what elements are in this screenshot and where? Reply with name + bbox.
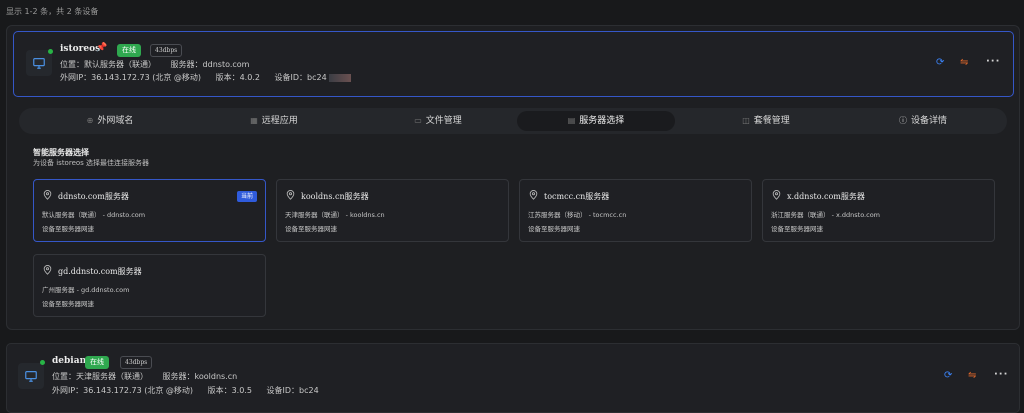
map-pin-icon <box>43 190 52 200</box>
folder-icon: ▭ <box>414 116 422 125</box>
monitor-icon <box>26 50 52 76</box>
apps-icon: ▦ <box>250 116 258 125</box>
map-pin-icon <box>43 265 52 275</box>
server-card-ddnsto[interactable]: ddnsto.com服务器 当前 默认服务器（联通） - ddnsto.com … <box>33 179 266 242</box>
server-name: x.ddnsto.com服务器 <box>787 192 865 201</box>
device-card-debian[interactable]: debian 在线 43dbps 位置：天津服务器（联通） 服务器：kooldn… <box>6 343 1020 413</box>
tab-device-detail[interactable]: ⓘ 设备详情 <box>844 111 1002 131</box>
server-card-gd-ddnsto[interactable]: gd.ddnsto.com服务器 广州服务器 - gd.ddnsto.com 设… <box>33 254 266 317</box>
device-info-line-2: 外网IP：36.143.172.73 (北京 @移动) 版本：4.0.2 设备I… <box>60 72 352 83</box>
switch-icon[interactable]: ⇋ <box>960 57 968 68</box>
section-title: 智能服务器选择 <box>33 148 89 157</box>
speed-badge: 43dbps <box>120 356 153 369</box>
server-speed-test: 设备至服务器网速 <box>42 225 94 233</box>
server-card-x-ddnsto[interactable]: x.ddnsto.com服务器 浙江服务器（联通） - x.ddnsto.com… <box>762 179 995 242</box>
server-speed-test: 设备至服务器网速 <box>285 225 337 233</box>
device-info-line-2: 外网IP：36.143.172.73 (北京 @移动) 版本：3.0.5 设备I… <box>52 385 319 396</box>
server-name: gd.ddnsto.com服务器 <box>58 267 142 276</box>
pushpin-icon[interactable]: 📌 <box>96 43 107 53</box>
refresh-icon[interactable]: ⟳ <box>944 370 952 381</box>
tab-plan[interactable]: ◫ 套餐管理 <box>687 111 845 131</box>
refresh-icon[interactable]: ⟳ <box>936 57 944 68</box>
device-info-line-1: 位置：默认服务器（联通） 服务器：ddnsto.com <box>60 59 261 70</box>
server-speed-test: 设备至服务器网速 <box>42 300 94 308</box>
server-speed-test: 设备至服务器网速 <box>771 225 823 233</box>
server-speed-test: 设备至服务器网速 <box>528 225 580 233</box>
speed-badge: 43dbps <box>150 44 183 57</box>
package-icon: ◫ <box>742 116 750 125</box>
server-location: 默认服务器（联通） - ddnsto.com <box>42 211 146 219</box>
switch-icon[interactable]: ⇋ <box>968 370 976 381</box>
current-badge: 当前 <box>236 191 257 202</box>
server-location: 天津服务器（联通） - kooldns.cn <box>285 211 385 219</box>
device-tab-bar: ⊕ 外网域名 ▦ 远程应用 ▭ 文件管理 ▤ 服务器选择 ◫ 套餐管理 ⓘ 设备详情 <box>19 108 1007 134</box>
device-info-line-1: 位置：天津服务器（联通） 服务器：kooldns.cn <box>52 371 249 382</box>
device-id-text: 设备ID：bc24 <box>274 73 327 82</box>
tab-remote-apps[interactable]: ▦ 远程应用 <box>195 111 353 131</box>
device-name: istoreos <box>60 44 101 54</box>
device-name: debian <box>52 356 87 366</box>
globe-icon: ⊕ <box>86 116 94 125</box>
monitor-icon <box>18 363 44 389</box>
location-text: 位置：天津服务器（联通） <box>52 372 148 381</box>
status-badge: 在线 <box>117 44 141 57</box>
tab-domain[interactable]: ⊕ 外网域名 <box>31 111 189 131</box>
server-name: kooldns.cn服务器 <box>301 192 369 201</box>
server-text: 服务器：kooldns.cn <box>162 372 238 381</box>
server-card-tocmcc[interactable]: tocmcc.cn服务器 江苏服务器（移动） - tocmcc.cn 设备至服务… <box>519 179 752 242</box>
info-icon: ⓘ <box>898 116 907 125</box>
server-location: 江苏服务器（移动） - tocmcc.cn <box>528 211 627 219</box>
device-id-text: 设备ID：bc24 <box>266 386 319 395</box>
server-location: 浙江服务器（联通） - x.ddnsto.com <box>771 211 881 219</box>
online-indicator <box>40 360 45 365</box>
ip-text: 外网IP：36.143.172.73 (北京 @移动) <box>52 386 194 395</box>
tab-file-manager[interactable]: ▭ 文件管理 <box>359 111 517 131</box>
server-text: 服务器：ddnsto.com <box>170 60 250 69</box>
version-text: 版本：3.0.5 <box>207 386 252 395</box>
server-icon: ▤ <box>567 116 576 125</box>
status-badge: 在线 <box>85 356 109 369</box>
device-card-istoreos[interactable]: istoreos 📌 在线 43dbps 位置：默认服务器（联通） 服务器：dd… <box>13 31 1014 97</box>
more-icon[interactable]: ··· <box>986 56 1000 67</box>
section-subtitle: 为设备 istoreos 选择最佳连接服务器 <box>33 159 150 167</box>
location-text: 位置：默认服务器（联通） <box>60 60 156 69</box>
map-pin-icon <box>529 190 538 200</box>
server-name: ddnsto.com服务器 <box>58 192 129 201</box>
more-icon[interactable]: ··· <box>994 369 1008 380</box>
server-card-kooldns[interactable]: kooldns.cn服务器 天津服务器（联通） - kooldns.cn 设备至… <box>276 179 509 242</box>
server-location: 广州服务器 - gd.ddnsto.com <box>42 286 130 294</box>
map-pin-icon <box>772 190 781 200</box>
result-summary: 显示 1-2 条，共 2 条设备 <box>6 7 99 16</box>
tab-server-select[interactable]: ▤ 服务器选择 <box>517 111 675 131</box>
version-text: 版本：4.0.2 <box>215 73 260 82</box>
map-pin-icon <box>286 190 295 200</box>
masked-id-block <box>329 73 352 82</box>
ip-text: 外网IP：36.143.172.73 (北京 @移动) <box>60 73 202 82</box>
online-indicator <box>48 49 53 54</box>
server-name: tocmcc.cn服务器 <box>544 192 610 201</box>
